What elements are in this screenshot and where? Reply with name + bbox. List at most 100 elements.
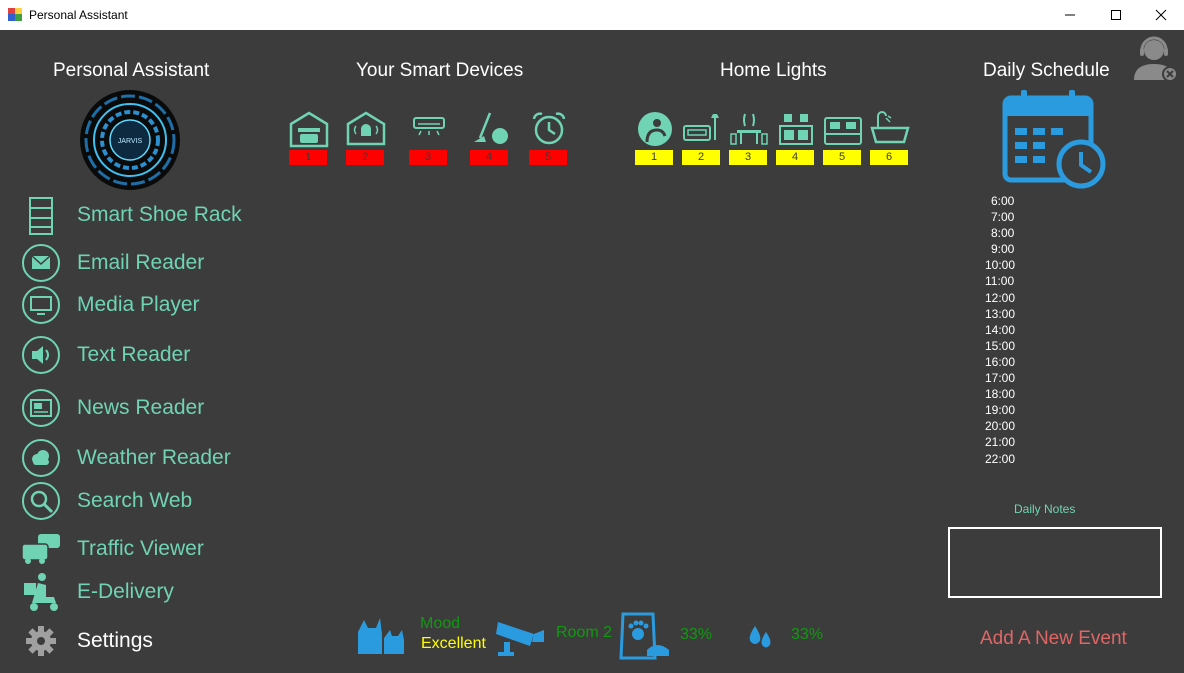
nav-label: Email Reader [77, 251, 205, 274]
light-number-badge: 3 [729, 150, 767, 165]
room-person-icon [638, 112, 672, 146]
schedule-time: 11:00 [985, 274, 1015, 289]
minimize-icon [1065, 14, 1075, 16]
security-camera-icon[interactable] [494, 612, 546, 658]
nav-label: Search Web [77, 489, 193, 512]
mood-label: Mood [420, 615, 461, 632]
schedule-time: 14:00 [985, 322, 1016, 337]
daily-notes-label: Daily Notes [1014, 502, 1076, 516]
nav-label: E-Delivery [77, 580, 174, 603]
bathtub-icon [870, 111, 910, 144]
device-alarm-clock[interactable]: 5 [529, 110, 569, 170]
light-number-badge: 4 [776, 150, 814, 165]
devices-heading: Your Smart Devices [356, 60, 524, 81]
pet-food-level: 33% [680, 626, 713, 643]
pets-icon [358, 618, 404, 654]
jarvis-logo: JARVIS [80, 90, 180, 190]
air-conditioner-icon [413, 117, 445, 136]
device-vacuum-cleaner[interactable]: 4 [470, 110, 510, 170]
nav-text-reader[interactable]: Text Reader [20, 334, 300, 378]
nav-label: News Reader [77, 396, 205, 419]
close-button[interactable] [1138, 0, 1184, 30]
add-event-button[interactable]: Add A New Event [980, 628, 1127, 650]
home-alarm-icon [346, 111, 386, 146]
kitchen-icon [779, 114, 813, 145]
device-home-alarm[interactable]: 2 [346, 110, 386, 170]
schedule-time: 6:00 [991, 194, 1015, 208]
main-panel: Personal Assistant Your Smart Devices Ho… [0, 30, 1184, 673]
light-room-5[interactable]: 5 [823, 110, 863, 170]
vacuum-cleaner-icon [474, 112, 508, 144]
device-number-badge: 2 [346, 150, 384, 165]
nav-smart-shoe-rack[interactable]: Smart Shoe Rack [20, 194, 300, 238]
nav-email-reader[interactable]: Email Reader [20, 242, 300, 286]
garage-icon [289, 111, 329, 148]
schedule-time: 20:00 [985, 419, 1016, 434]
daily-notes-textarea[interactable] [948, 527, 1162, 598]
close-icon [1155, 9, 1167, 21]
nav-label: Traffic Viewer [77, 537, 204, 560]
schedule-time: 7:00 [991, 210, 1015, 225]
device-number-badge: 5 [529, 150, 567, 165]
light-number-badge: 5 [823, 150, 861, 165]
schedule-time: 22:00 [985, 451, 1016, 466]
app-icon [8, 8, 22, 21]
nav-news-reader[interactable]: News Reader [20, 387, 300, 431]
nav-weather-reader[interactable]: Weather Reader [20, 437, 300, 481]
newspaper-icon [22, 389, 60, 427]
nav-traffic-viewer[interactable]: Traffic Viewer [20, 528, 300, 572]
living-room-sofa-icon [683, 114, 719, 141]
schedule-time: 17:00 [985, 371, 1016, 386]
schedule-heading: Daily Schedule [983, 60, 1110, 81]
nav-settings[interactable]: Settings [20, 620, 300, 664]
schedule-time: 15:00 [985, 338, 1016, 353]
minimize-button[interactable] [1047, 0, 1093, 30]
nav-label: Smart Shoe Rack [77, 203, 242, 226]
user-support-icon[interactable] [1132, 34, 1180, 84]
cars-icon [21, 534, 60, 564]
light-room-1[interactable]: 1 [635, 110, 675, 170]
app-heading: Personal Assistant [53, 60, 210, 81]
pet-food-icon [619, 612, 669, 660]
device-garage[interactable]: 1 [289, 110, 329, 170]
weather-cloud-icon [22, 439, 60, 477]
gear-icon [26, 626, 56, 656]
nav-label: Settings [77, 629, 153, 652]
light-number-badge: 1 [635, 150, 673, 165]
schedule-time: 8:00 [991, 226, 1015, 241]
window-title: Personal Assistant [29, 8, 128, 22]
device-number-badge: 4 [470, 150, 508, 165]
schedule-time: 18:00 [985, 387, 1016, 402]
alarm-clock-icon [532, 112, 566, 145]
schedule-time: 21:00 [985, 435, 1016, 450]
light-room-4[interactable]: 4 [776, 110, 816, 170]
schedule-time: 13:00 [985, 306, 1016, 321]
light-room-6[interactable]: 6 [870, 110, 910, 170]
nav-e-delivery[interactable]: E-Delivery [20, 571, 300, 615]
schedule-time: 10:00 [985, 258, 1016, 273]
schedule-time: 16:00 [985, 354, 1016, 369]
maximize-button[interactable] [1093, 0, 1139, 30]
schedule-time: 12:00 [985, 290, 1016, 305]
magnifier-icon [22, 482, 60, 520]
light-number-badge: 2 [682, 150, 720, 165]
schedule-times: 6:00 7:00 8:00 9:00 10:00 11:00 12:00 13… [985, 194, 1025, 468]
speaker-icon [22, 336, 60, 374]
logo-text: JARVIS [118, 138, 143, 145]
light-room-3[interactable]: 3 [729, 110, 769, 170]
camera-room-label: Room 2 [556, 624, 613, 641]
shoe-rack-icon [29, 197, 53, 235]
mood-value: Excellent [421, 635, 486, 652]
light-number-badge: 6 [870, 150, 908, 165]
monitor-icon [22, 286, 60, 324]
nav-media-player[interactable]: Media Player [20, 284, 300, 328]
device-number-badge: 3 [409, 150, 447, 165]
title-bar: Personal Assistant [0, 0, 1184, 30]
light-room-2[interactable]: 2 [682, 110, 722, 170]
water-drops-icon [749, 626, 771, 648]
nav-search-web[interactable]: Search Web [20, 480, 300, 524]
delivery-scooter-icon [24, 573, 58, 611]
device-air-conditioner[interactable]: 3 [409, 110, 449, 170]
nav-label: Text Reader [77, 343, 191, 366]
water-level: 33% [791, 626, 824, 643]
